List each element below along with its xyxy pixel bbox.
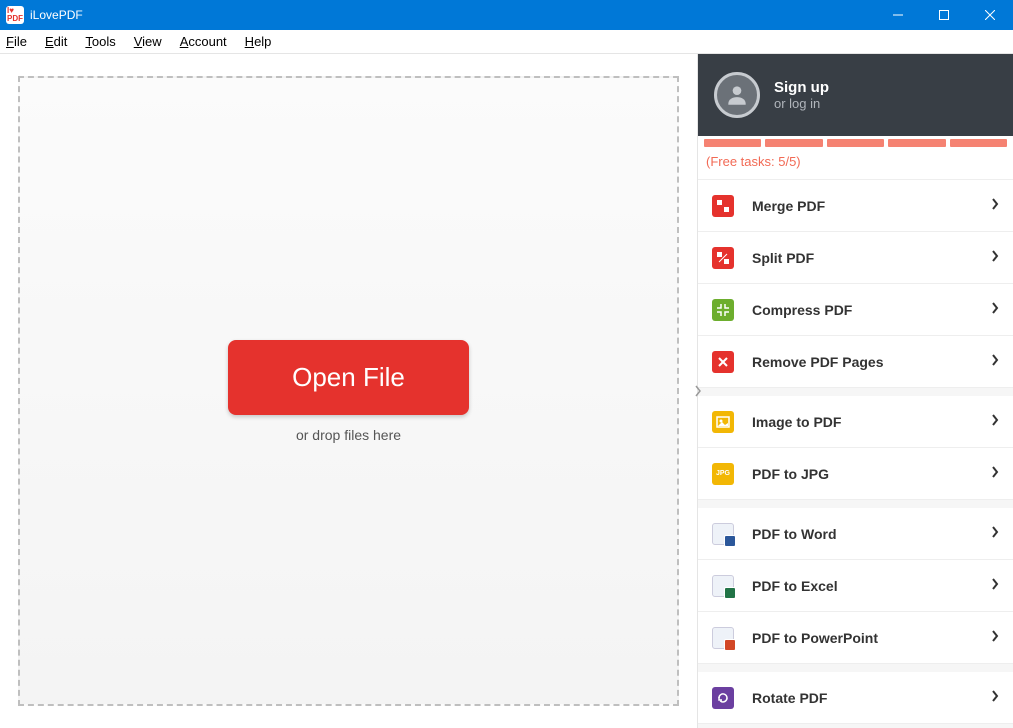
- chevron-right-icon: [991, 689, 999, 707]
- tool-label: Compress PDF: [752, 302, 991, 318]
- tool-list[interactable]: Merge PDF Split PDF Compress PDF: [698, 180, 1013, 728]
- chevron-right-icon: [991, 525, 999, 543]
- user-icon: [724, 82, 750, 108]
- tool-label: Merge PDF: [752, 198, 991, 214]
- minimize-button[interactable]: [875, 0, 921, 30]
- menu-file[interactable]: File: [6, 34, 27, 49]
- drop-hint: or drop files here: [296, 427, 401, 443]
- account-text: Sign up or log in: [774, 79, 829, 111]
- minimize-icon: [893, 10, 903, 20]
- tool-pdf-to-excel[interactable]: PDF to Excel: [698, 560, 1013, 612]
- progress-segment: [765, 139, 822, 147]
- close-icon: [985, 10, 995, 20]
- tool-pdf-to-word[interactable]: PDF to Word: [698, 508, 1013, 560]
- signup-label: Sign up: [774, 79, 829, 96]
- chevron-right-icon: [991, 413, 999, 431]
- tool-merge-pdf[interactable]: Merge PDF: [698, 180, 1013, 232]
- chevron-right-icon: [991, 301, 999, 319]
- menu-help[interactable]: Help: [245, 34, 272, 49]
- image-icon: [712, 411, 734, 433]
- dropzone[interactable]: Open File or drop files here: [18, 76, 679, 706]
- compress-icon: [712, 299, 734, 321]
- tool-split-pdf[interactable]: Split PDF: [698, 232, 1013, 284]
- tool-image-to-pdf[interactable]: Image to PDF: [698, 396, 1013, 448]
- chevron-right-icon: [991, 629, 999, 647]
- tool-label: PDF to Word: [752, 526, 991, 542]
- app-icon: I♥PDF: [6, 6, 24, 24]
- chevron-right-icon: [694, 385, 702, 397]
- dropzone-area: Open File or drop files here: [0, 54, 697, 728]
- tool-label: Image to PDF: [752, 414, 991, 430]
- tool-rotate-pdf[interactable]: Rotate PDF: [698, 672, 1013, 724]
- menu-tools[interactable]: Tools: [85, 34, 115, 49]
- chevron-right-icon: [991, 577, 999, 595]
- task-progress: [698, 136, 1013, 148]
- tool-label: Split PDF: [752, 250, 991, 266]
- tool-label: Rotate PDF: [752, 690, 991, 706]
- word-icon: [712, 523, 734, 545]
- merge-icon: [712, 195, 734, 217]
- sidebar: Sign up or log in (Free tasks: 5/5) Merg…: [697, 54, 1013, 728]
- progress-segment: [704, 139, 761, 147]
- window-title: iLovePDF: [30, 8, 83, 22]
- jpg-icon: JPG: [712, 463, 734, 485]
- account-panel[interactable]: Sign up or log in: [698, 54, 1013, 136]
- tool-label: PDF to PowerPoint: [752, 630, 991, 646]
- maximize-button[interactable]: [921, 0, 967, 30]
- chevron-right-icon: [991, 249, 999, 267]
- menubar: File Edit Tools View Account Help: [0, 30, 1013, 54]
- progress-segment: [950, 139, 1007, 147]
- maximize-icon: [939, 10, 949, 20]
- tool-pdf-to-powerpoint[interactable]: PDF to PowerPoint: [698, 612, 1013, 664]
- open-file-button[interactable]: Open File: [228, 340, 469, 415]
- sidebar-collapse-handle[interactable]: [691, 383, 705, 399]
- free-tasks-label: (Free tasks: 5/5): [698, 148, 1013, 180]
- chevron-right-icon: [991, 465, 999, 483]
- login-label: or log in: [774, 96, 829, 111]
- chevron-right-icon: [991, 353, 999, 371]
- tool-label: PDF to Excel: [752, 578, 991, 594]
- tool-remove-pages[interactable]: Remove PDF Pages: [698, 336, 1013, 388]
- menu-account[interactable]: Account: [180, 34, 227, 49]
- avatar: [714, 72, 760, 118]
- excel-icon: [712, 575, 734, 597]
- tool-compress-pdf[interactable]: Compress PDF: [698, 284, 1013, 336]
- tool-pdf-to-jpg[interactable]: JPG PDF to JPG: [698, 448, 1013, 500]
- tool-label: PDF to JPG: [752, 466, 991, 482]
- remove-icon: [712, 351, 734, 373]
- progress-segment: [888, 139, 945, 147]
- progress-segment: [827, 139, 884, 147]
- menu-view[interactable]: View: [134, 34, 162, 49]
- close-button[interactable]: [967, 0, 1013, 30]
- powerpoint-icon: [712, 627, 734, 649]
- tool-label: Remove PDF Pages: [752, 354, 991, 370]
- titlebar: I♥PDF iLovePDF: [0, 0, 1013, 30]
- split-icon: [712, 247, 734, 269]
- chevron-right-icon: [991, 197, 999, 215]
- rotate-icon: [712, 687, 734, 709]
- menu-edit[interactable]: Edit: [45, 34, 67, 49]
